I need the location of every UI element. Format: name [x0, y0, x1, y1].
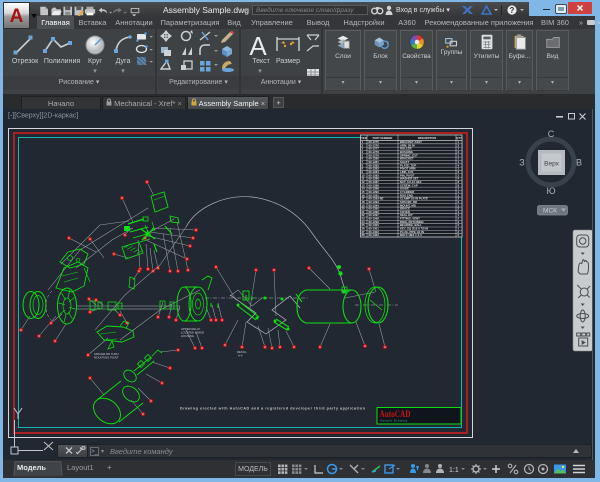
svg-text:В: В	[576, 158, 582, 168]
svg-text:Sample Drawing: Sample Drawing	[380, 419, 408, 423]
svg-text:BOLT, HEX 1 X 3: BOLT, HEX 1 X 3	[400, 233, 422, 237]
svg-text:28: 28	[362, 233, 366, 237]
svg-text:A: A	[249, 31, 267, 61]
svg-text:1:1: 1:1	[449, 467, 459, 474]
svg-text:С: С	[548, 129, 555, 139]
svg-text:Верх: Верх	[544, 161, 559, 168]
svg-text:[-][Сверху][2D-каркас]: [-][Сверху][2D-каркас]	[8, 113, 78, 120]
svg-text:AutoCAD: AutoCAD	[380, 409, 411, 419]
svg-text:A: A	[10, 6, 24, 27]
svg-text:60-1303: 60-1303	[369, 233, 380, 237]
svg-text:Ю: Ю	[546, 186, 555, 196]
svg-text:МСК: МСК	[543, 208, 557, 215]
svg-text:З: З	[519, 158, 524, 168]
svg-text:A-A: A-A	[238, 354, 243, 358]
svg-text:HOUSING: HOUSING	[181, 334, 194, 338]
svg-text:Drawing erected with AutoCAD a: Drawing erected with AutoCAD and a regis…	[180, 407, 366, 411]
svg-text:MOUNTING POINT: MOUNTING POINT	[94, 356, 119, 360]
svg-text:?: ?	[510, 6, 515, 15]
